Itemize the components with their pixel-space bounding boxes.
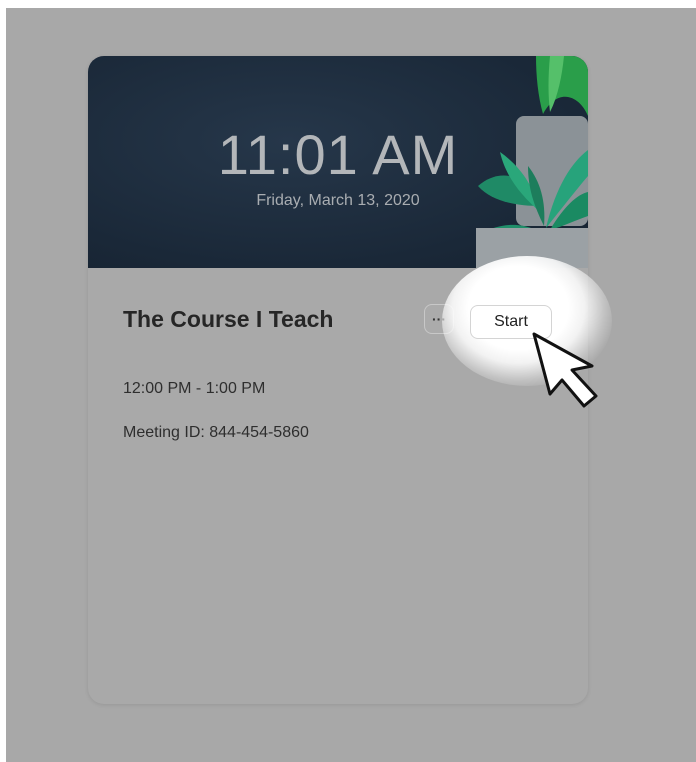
arrow-cursor-icon bbox=[532, 332, 598, 408]
meeting-time-range: 12:00 PM - 1:00 PM bbox=[123, 380, 266, 397]
meeting-title: The Course I Teach bbox=[123, 306, 334, 332]
card-header: 11:01 AM Friday, March 13, 2020 bbox=[88, 56, 588, 268]
current-date: Friday, March 13, 2020 bbox=[256, 192, 420, 209]
meeting-id: Meeting ID: 844-454-5860 bbox=[123, 424, 309, 441]
current-time: 11:01 AM bbox=[217, 123, 459, 186]
